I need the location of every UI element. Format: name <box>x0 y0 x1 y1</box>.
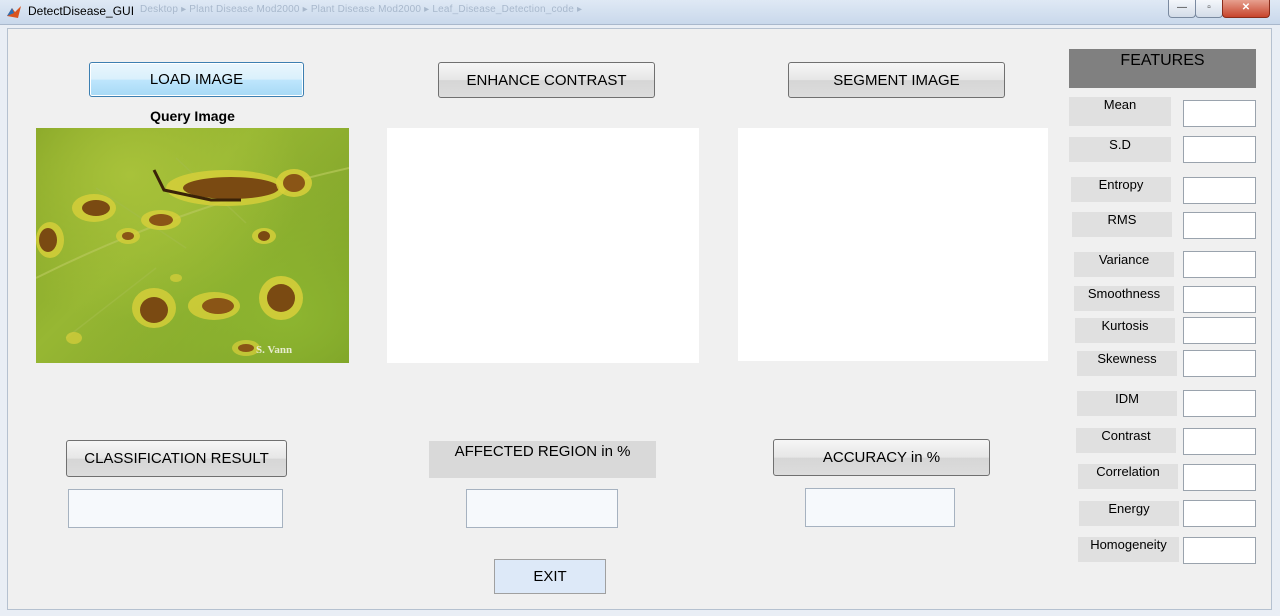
load-image-label: LOAD IMAGE <box>149 71 244 88</box>
enhance-contrast-button[interactable]: ENHANCE CONTRAST <box>438 62 655 98</box>
feature-label-entropy: Entropy <box>1071 177 1171 202</box>
features-header: FEATURES <box>1069 49 1256 88</box>
feature-label-skewness: Skewness <box>1077 351 1177 376</box>
matlab-icon <box>7 6 21 18</box>
feature-field-mean[interactable] <box>1183 100 1256 127</box>
feature-field-entropy[interactable] <box>1183 177 1256 204</box>
feature-field-contrast[interactable] <box>1183 428 1256 455</box>
segment-image-label: SEGMENT IMAGE <box>833 71 960 89</box>
feature-label-homogeneity: Homogeneity <box>1078 537 1179 562</box>
exit-button[interactable]: EXIT <box>494 559 606 594</box>
accuracy-field[interactable] <box>805 488 955 527</box>
feature-field-correlation[interactable] <box>1183 464 1256 491</box>
feature-label-variance: Variance <box>1074 252 1174 277</box>
feature-field-kurtosis[interactable] <box>1183 317 1256 344</box>
accuracy-label: ACCURACY in % <box>822 449 941 466</box>
title-bar[interactable]: DetectDisease_GUI Desktop ▸ Plant Diseas… <box>0 0 1280 25</box>
feature-field-idm[interactable] <box>1183 390 1256 417</box>
feature-label-sd: S.D <box>1069 137 1171 162</box>
image-watermark: S. Vann <box>256 344 293 356</box>
app-window: DetectDisease_GUI Desktop ▸ Plant Diseas… <box>0 0 1280 616</box>
minimize-button[interactable]: — <box>1168 0 1196 18</box>
window-title-path: Desktop ▸ Plant Disease Mod2000 ▸ Plant … <box>140 4 583 15</box>
segmented-image-axes <box>738 128 1048 361</box>
feature-field-sd[interactable] <box>1183 136 1256 163</box>
feature-field-variance[interactable] <box>1183 251 1256 278</box>
feature-field-energy[interactable] <box>1183 500 1256 527</box>
feature-label-contrast: Contrast <box>1076 428 1176 453</box>
feature-label-correlation: Correlation <box>1078 464 1178 489</box>
window-title: DetectDisease_GUI <box>28 4 135 18</box>
maximize-button[interactable]: ▫ <box>1195 0 1223 18</box>
feature-label-energy: Energy <box>1079 501 1179 526</box>
leaf-image-svg <box>36 157 349 356</box>
enhanced-image-axes <box>387 128 699 363</box>
load-image-button[interactable]: LOAD IMAGE <box>89 62 304 97</box>
exit-label: EXIT <box>533 568 567 585</box>
accuracy-button[interactable]: ACCURACY in % <box>773 439 990 476</box>
feature-field-smoothness[interactable] <box>1183 286 1256 313</box>
close-button[interactable]: ✕ <box>1222 0 1270 18</box>
query-leaf-image: S. Vann <box>36 128 349 363</box>
enhance-contrast-label: ENHANCE CONTRAST <box>466 71 627 89</box>
affected-region-field[interactable] <box>466 489 618 528</box>
query-image-caption: Query Image <box>150 108 235 124</box>
feature-label-rms: RMS <box>1072 212 1172 237</box>
feature-field-rms[interactable] <box>1183 212 1256 239</box>
feature-label-idm: IDM <box>1077 391 1177 416</box>
affected-region-label: AFFECTED REGION in % <box>429 441 656 478</box>
feature-label-kurtosis: Kurtosis <box>1075 318 1175 343</box>
feature-field-skewness[interactable] <box>1183 350 1256 377</box>
classification-result-button[interactable]: CLASSIFICATION RESULT <box>66 440 287 477</box>
feature-label-smoothness: Smoothness <box>1074 286 1174 311</box>
segment-image-button[interactable]: SEGMENT IMAGE <box>788 62 1005 98</box>
feature-field-homogeneity[interactable] <box>1183 537 1256 564</box>
classification-result-field[interactable] <box>68 489 283 528</box>
classification-result-label: CLASSIFICATION RESULT <box>84 450 269 467</box>
feature-label-mean: Mean <box>1069 97 1171 126</box>
